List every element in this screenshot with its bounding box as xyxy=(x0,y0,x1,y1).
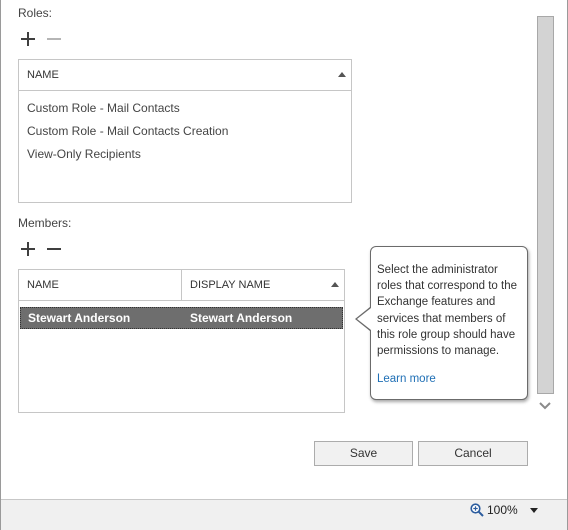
remove-role-icon[interactable] xyxy=(46,31,62,47)
sort-ascending-icon[interactable] xyxy=(331,282,339,287)
help-callout: Select the administrator roles that corr… xyxy=(370,246,528,400)
members-list[interactable]: NAME DISPLAY NAME Stewart Anderson Stewa… xyxy=(18,269,345,413)
zoom-dropdown-icon[interactable] xyxy=(530,508,538,513)
members-list-header: NAME DISPLAY NAME xyxy=(19,270,344,301)
roles-list[interactable]: NAME Custom Role - Mail Contacts Custom … xyxy=(18,59,352,203)
role-item[interactable]: View-Only Recipients xyxy=(27,147,141,161)
role-item[interactable]: Custom Role - Mail Contacts xyxy=(27,101,180,115)
scroll-down-chevron-icon[interactable] xyxy=(539,401,551,411)
cancel-button[interactable]: Cancel xyxy=(418,441,528,466)
add-member-icon[interactable] xyxy=(20,241,36,257)
help-text: Select the administrator roles that corr… xyxy=(377,264,517,358)
member-row-selected[interactable]: Stewart Anderson Stewart Anderson xyxy=(20,307,343,329)
roles-list-header: NAME xyxy=(19,60,351,91)
members-display-name-column-header[interactable]: DISPLAY NAME xyxy=(182,270,344,300)
remove-member-icon[interactable] xyxy=(46,241,62,257)
sort-ascending-icon[interactable] xyxy=(338,72,346,77)
members-name-column-header[interactable]: NAME xyxy=(19,270,182,300)
window-border-left xyxy=(0,0,1,530)
roles-label: Roles: xyxy=(18,6,53,20)
role-item[interactable]: Custom Role - Mail Contacts Creation xyxy=(27,124,228,138)
vertical-scrollbar[interactable] xyxy=(537,16,554,394)
callout-pointer-fill xyxy=(357,308,371,330)
member-name-cell: Stewart Anderson xyxy=(28,311,131,325)
zoom-level[interactable]: 100% xyxy=(487,503,518,517)
roles-name-column-header[interactable]: NAME xyxy=(19,60,351,90)
learn-more-link[interactable]: Learn more xyxy=(377,373,436,385)
members-label: Members: xyxy=(18,216,72,230)
save-button[interactable]: Save xyxy=(314,441,413,466)
add-role-icon[interactable] xyxy=(20,31,36,47)
magnifier-plus-icon[interactable] xyxy=(470,503,484,517)
member-display-name-cell: Stewart Anderson xyxy=(190,311,293,325)
